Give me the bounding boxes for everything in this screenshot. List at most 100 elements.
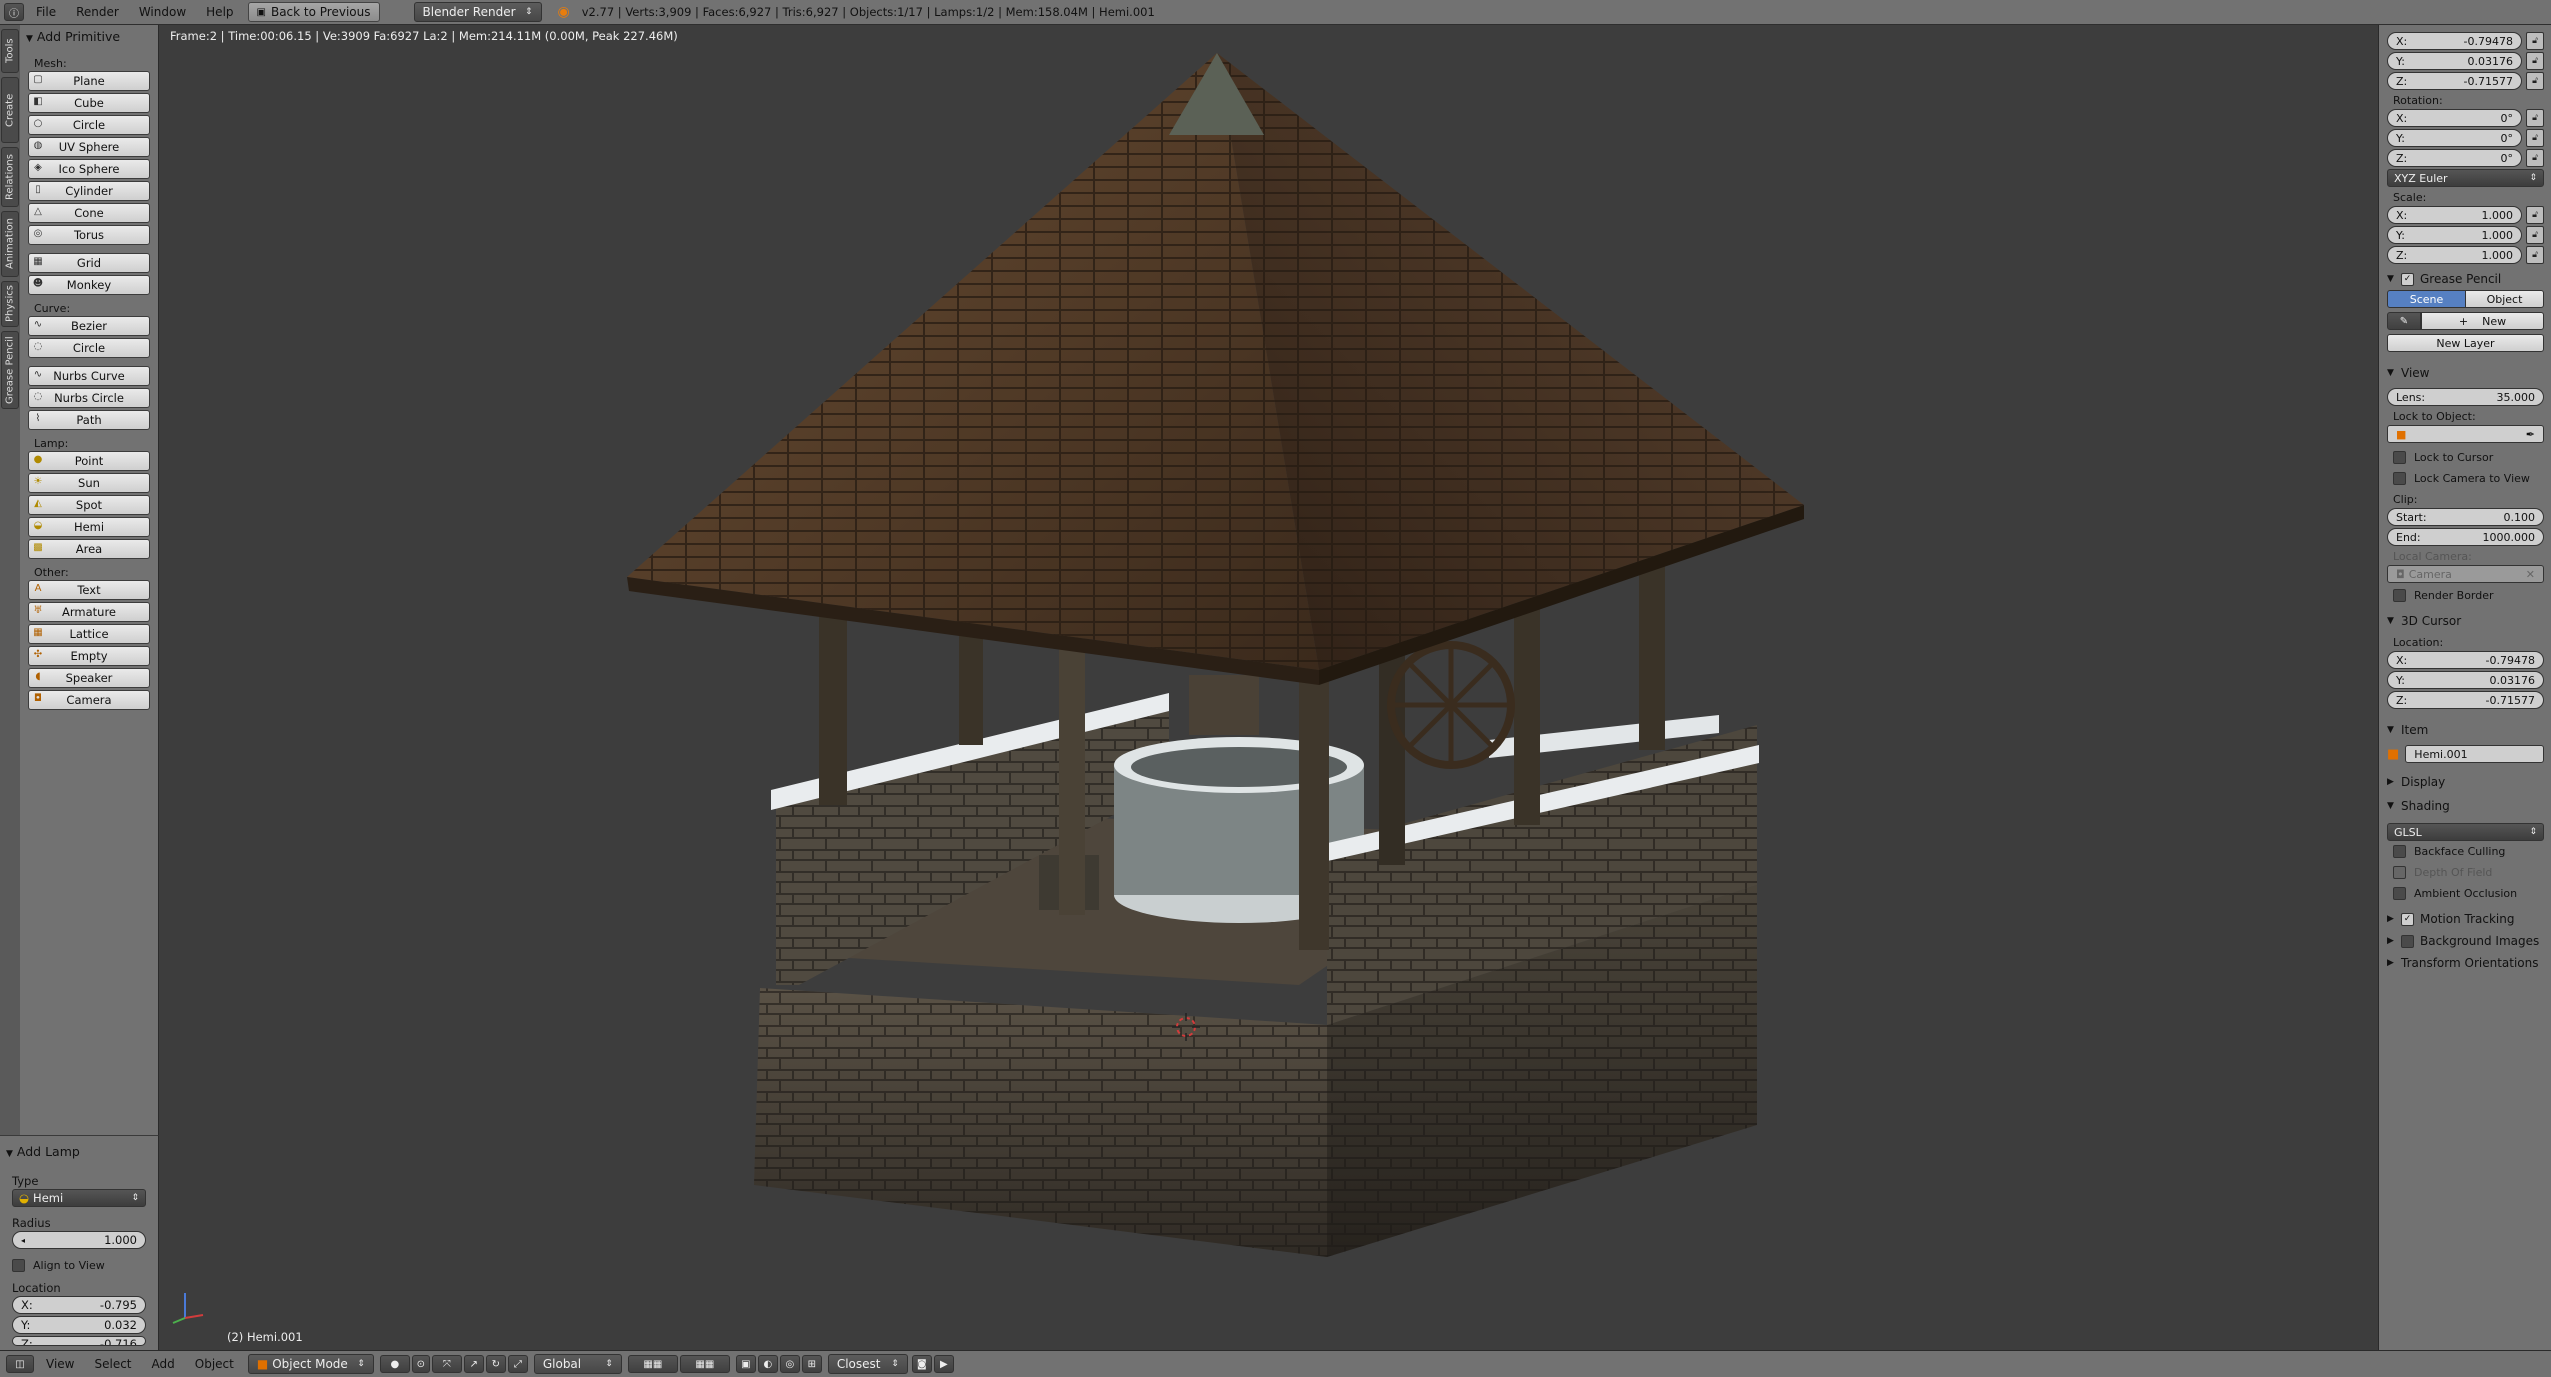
location-x-field[interactable]: X: -0.79478 bbox=[2387, 32, 2522, 50]
background-images-toggle[interactable] bbox=[2401, 934, 2414, 948]
proportional-edit-icon[interactable]: ◎ bbox=[779, 1355, 800, 1373]
tab-create[interactable]: Create bbox=[1, 77, 19, 143]
add-monkey-button[interactable]: ☻ Monkey bbox=[28, 275, 150, 295]
render-border-checkbox[interactable]: Render Border bbox=[2393, 589, 2538, 602]
animation-render-icon[interactable]: ▶ bbox=[933, 1355, 954, 1373]
add-empty-button[interactable]: ✣ Empty bbox=[28, 646, 150, 666]
motion-tracking-toggle[interactable]: ✓ bbox=[2401, 912, 2414, 926]
cursor-z-field[interactable]: Z: -0.71577 bbox=[2387, 691, 2544, 709]
lock-icon[interactable]: 🔓︎ bbox=[2526, 226, 2544, 244]
lock-icon[interactable]: 🔓︎ bbox=[2526, 246, 2544, 264]
add-lamp-header[interactable]: ▼ Add Lamp bbox=[0, 1136, 158, 1163]
new-grease-pencil-button[interactable]: + New bbox=[2421, 312, 2544, 330]
translate-manipulator-icon[interactable]: ↗ bbox=[463, 1355, 484, 1373]
opengl-render-icon[interactable]: ◙ bbox=[911, 1355, 932, 1373]
align-to-view-checkbox[interactable]: Align to View bbox=[12, 1259, 146, 1272]
lock-icon[interactable]: 🔓︎ bbox=[2526, 72, 2544, 90]
tab-relations[interactable]: Relations bbox=[1, 147, 19, 207]
render-engine-dropdown[interactable]: Blender Render ⇕ bbox=[413, 2, 542, 22]
location-z-field[interactable]: Z: -0.71577 bbox=[2387, 72, 2522, 90]
shading-mode-dropdown[interactable]: GLSL ⇕ bbox=[2387, 823, 2544, 841]
snap-target-dropdown[interactable]: Closest ⇕ bbox=[827, 1354, 908, 1374]
lock-icon[interactable]: 🔓︎ bbox=[2526, 206, 2544, 224]
clip-end-field[interactable]: End: 1000.000 bbox=[2387, 528, 2544, 546]
transform-orientations-header[interactable]: ▶ Transform Orientations bbox=[2387, 956, 2544, 970]
viewport-shading-icon[interactable]: ● bbox=[379, 1355, 410, 1373]
rotate-manipulator-icon[interactable]: ↻ bbox=[485, 1355, 506, 1373]
add-hemi-lamp-button[interactable]: ◒ Hemi bbox=[28, 517, 150, 537]
menu-select[interactable]: Select bbox=[84, 1357, 141, 1371]
pencil-icon[interactable]: ✎ bbox=[2387, 312, 2421, 330]
location-x-field[interactable]: X: -0.795 bbox=[12, 1296, 146, 1314]
add-area-lamp-button[interactable]: ▩ Area bbox=[28, 539, 150, 559]
tab-animation[interactable]: Animation bbox=[1, 211, 19, 277]
add-path-button[interactable]: ⌇ Path bbox=[28, 410, 150, 430]
manipulator-toggle-icon[interactable]: ⤧ bbox=[431, 1355, 462, 1373]
lock-camera-to-view-checkbox[interactable]: Lock Camera to View bbox=[2393, 472, 2538, 485]
add-text-button[interactable]: A Text bbox=[28, 580, 150, 600]
clip-start-field[interactable]: Start: 0.100 bbox=[2387, 508, 2544, 526]
cursor-y-field[interactable]: Y: 0.03176 bbox=[2387, 671, 2544, 689]
add-cube-button[interactable]: ◧ Cube bbox=[28, 93, 150, 113]
tab-grease-pencil[interactable]: Grease Pencil bbox=[1, 331, 19, 409]
lock-icon[interactable]: 🔓︎ bbox=[2526, 149, 2544, 167]
snap-toggle-icon[interactable]: ⊞ bbox=[801, 1355, 822, 1373]
cursor-x-field[interactable]: X: -0.79478 bbox=[2387, 651, 2544, 669]
3d-cursor-panel-header[interactable]: ▼ 3D Cursor bbox=[2387, 614, 2544, 628]
render-preview-icon[interactable]: ◐ bbox=[757, 1355, 778, 1373]
scale-y-field[interactable]: Y: 1.000 bbox=[2387, 226, 2522, 244]
add-speaker-button[interactable]: ◖ Speaker bbox=[28, 668, 150, 688]
add-curve-circle-button[interactable]: ◌ Circle bbox=[28, 338, 150, 358]
add-plane-button[interactable]: ▢ Plane bbox=[28, 71, 150, 91]
new-layer-button[interactable]: New Layer bbox=[2387, 334, 2544, 352]
add-spot-lamp-button[interactable]: ◭ Spot bbox=[28, 495, 150, 515]
add-ico-sphere-button[interactable]: ◈ Ico Sphere bbox=[28, 159, 150, 179]
lamp-type-dropdown[interactable]: ◒ Hemi ⇕ bbox=[12, 1189, 146, 1207]
background-images-header[interactable]: ▶ Background Images bbox=[2387, 934, 2544, 948]
menu-window[interactable]: Window bbox=[129, 5, 196, 19]
back-to-previous-button[interactable]: ▣ Back to Previous bbox=[247, 2, 380, 22]
lock-icon[interactable]: 🔓︎ bbox=[2526, 129, 2544, 147]
radius-field[interactable]: ◂ 1.000 bbox=[12, 1231, 146, 1249]
add-armature-button[interactable]: ♅ Armature bbox=[28, 602, 150, 622]
editor-type-icon[interactable]: ◫ bbox=[6, 1355, 34, 1373]
scale-manipulator-icon[interactable]: ⤢ bbox=[507, 1355, 528, 1373]
tab-tools[interactable]: Tools bbox=[1, 29, 19, 73]
add-point-lamp-button[interactable]: ● Point bbox=[28, 451, 150, 471]
backface-culling-checkbox[interactable]: Backface Culling bbox=[2393, 845, 2538, 858]
add-nurbs-circle-button[interactable]: ◌ Nurbs Circle bbox=[28, 388, 150, 408]
scale-z-field[interactable]: Z: 1.000 bbox=[2387, 246, 2522, 264]
layers-grid-icon[interactable]: ▦▦ bbox=[627, 1355, 678, 1373]
orientation-dropdown[interactable]: Global ⇕ bbox=[533, 1354, 622, 1374]
tab-object[interactable]: Object bbox=[2466, 290, 2544, 308]
grease-pencil-toggle[interactable]: ✓ bbox=[2401, 272, 2414, 286]
menu-help[interactable]: Help bbox=[196, 5, 243, 19]
location-z-field[interactable]: Z: -0.716 bbox=[12, 1336, 146, 1346]
add-sun-lamp-button[interactable]: ☀ Sun bbox=[28, 473, 150, 493]
add-primitive-header[interactable]: ▼ Add Primitive bbox=[20, 25, 158, 48]
3d-viewport[interactable] bbox=[159, 25, 2378, 1350]
lock-icon[interactable]: 🔓︎ bbox=[2526, 52, 2544, 70]
add-nurbs-curve-button[interactable]: ∿ Nurbs Curve bbox=[28, 366, 150, 386]
menu-add[interactable]: Add bbox=[142, 1357, 185, 1371]
rotation-x-field[interactable]: X: 0° bbox=[2387, 109, 2522, 127]
rotation-y-field[interactable]: Y: 0° bbox=[2387, 129, 2522, 147]
add-lattice-button[interactable]: ▦ Lattice bbox=[28, 624, 150, 644]
add-torus-button[interactable]: ◎ Torus bbox=[28, 225, 150, 245]
tab-scene[interactable]: Scene bbox=[2387, 290, 2466, 308]
lock-icon[interactable]: 🔓︎ bbox=[2526, 32, 2544, 50]
lock-to-cursor-checkbox[interactable]: Lock to Cursor bbox=[2393, 451, 2538, 464]
scale-x-field[interactable]: X: 1.000 bbox=[2387, 206, 2522, 224]
item-panel-header[interactable]: ▼ Item bbox=[2387, 723, 2544, 737]
menu-file[interactable]: File bbox=[26, 5, 66, 19]
editor-type-icon[interactable]: ⓘ bbox=[4, 3, 24, 21]
tab-physics[interactable]: Physics bbox=[1, 281, 19, 327]
add-camera-button[interactable]: ◘ Camera bbox=[28, 690, 150, 710]
add-uv-sphere-button[interactable]: ◍ UV Sphere bbox=[28, 137, 150, 157]
rotation-mode-dropdown[interactable]: XYZ Euler ⇕ bbox=[2387, 169, 2544, 187]
ambient-occlusion-checkbox[interactable]: Ambient Occlusion bbox=[2393, 887, 2538, 900]
shading-panel-header[interactable]: ▼ Shading bbox=[2387, 799, 2544, 813]
object-name-field[interactable]: Hemi.001 bbox=[2405, 745, 2544, 763]
display-panel-header[interactable]: ▶ Display bbox=[2387, 775, 2544, 789]
grease-pencil-header[interactable]: ▼ ✓ Grease Pencil bbox=[2387, 272, 2544, 286]
